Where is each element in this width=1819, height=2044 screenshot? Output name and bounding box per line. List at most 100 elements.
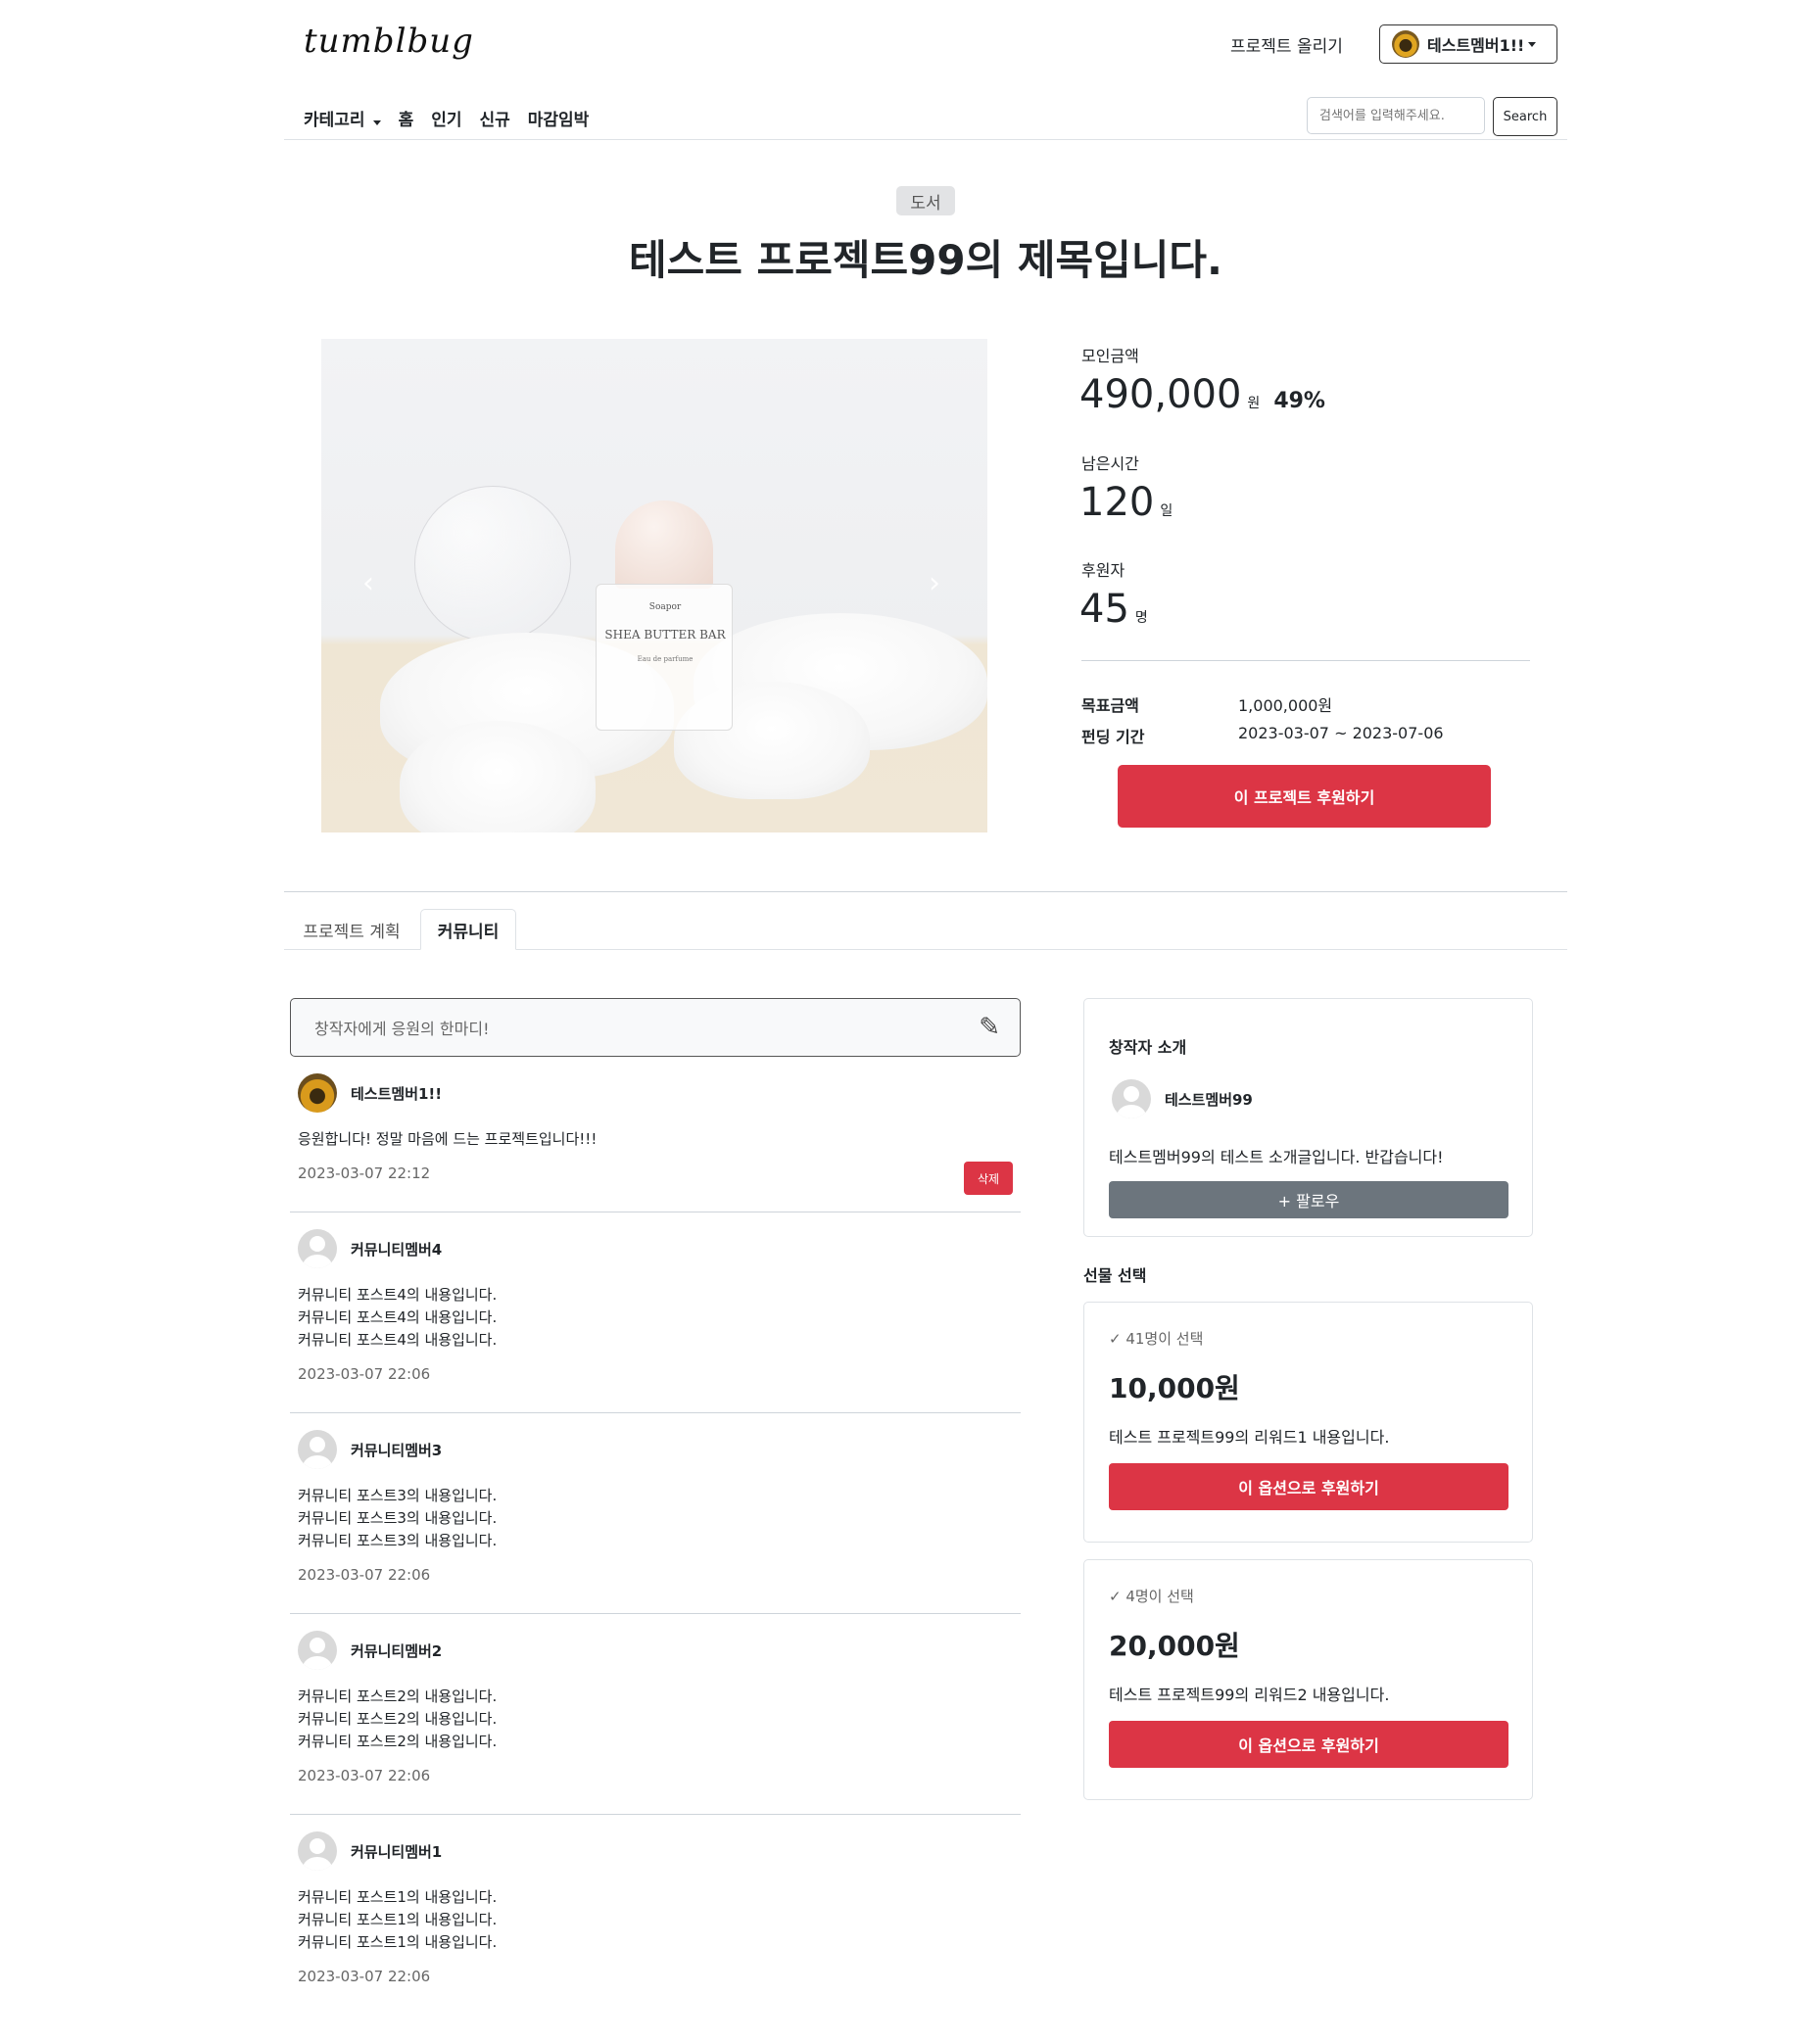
post-date: 2023-03-07 22:06 bbox=[298, 1365, 431, 1383]
post-body: 커뮤니티 포스트3의 내용입니다. 커뮤니티 포스트3의 내용입니다. 커뮤니티… bbox=[290, 1485, 1021, 1552]
search-input[interactable] bbox=[1307, 97, 1485, 134]
post-author: 커뮤니티멤버4 bbox=[351, 1240, 443, 1259]
remaining-value: 120 bbox=[1079, 480, 1155, 525]
post-divider bbox=[290, 1613, 1021, 1614]
remaining-unit: 일 bbox=[1160, 503, 1173, 519]
backers-value: 45 bbox=[1079, 587, 1129, 632]
list-item: 커뮤니티멤버2 커뮤니티 포스트2의 내용입니다. 커뮤니티 포스트2의 내용입… bbox=[290, 1631, 1021, 1807]
avatar bbox=[298, 1229, 337, 1268]
reward-card[interactable]: ✓ 41명이 선택 10,000원 테스트 프로젝트99의 리워드1 내용입니다… bbox=[1083, 1302, 1533, 1543]
comment-placeholder: 창작자에게 응원의 한마디! bbox=[314, 1020, 490, 1038]
backers-label: 후원자 bbox=[1081, 561, 1125, 580]
avatar bbox=[298, 1631, 337, 1670]
raised-percent: 49% bbox=[1273, 389, 1325, 413]
reward-back-button[interactable]: 이 옵션으로 후원하기 bbox=[1109, 1463, 1508, 1510]
post-body: 커뮤니티 포스트1의 내용입니다. 커뮤니티 포스트1의 내용입니다. 커뮤니티… bbox=[290, 1886, 1021, 1954]
post-line: 커뮤니티 포스트1의 내용입니다. bbox=[298, 1911, 498, 1928]
goal-label: 목표금액 bbox=[1081, 696, 1139, 715]
reward-count: ✓ 4명이 선택 bbox=[1109, 1588, 1194, 1605]
reward-desc: 테스트 프로젝트99의 리워드2 내용입니다. bbox=[1109, 1686, 1390, 1704]
post-line: 커뮤니티 포스트4의 내용입니다. bbox=[298, 1286, 498, 1304]
nav-popular[interactable]: 인기 bbox=[431, 106, 461, 130]
list-item: 커뮤니티멤버1 커뮤니티 포스트1의 내용입니다. 커뮤니티 포스트1의 내용입… bbox=[290, 1831, 1021, 2008]
post-divider bbox=[290, 1814, 1021, 1815]
reward-price: 20,000원 bbox=[1109, 1630, 1240, 1662]
post-line: 커뮤니티 포스트2의 내용입니다. bbox=[298, 1710, 498, 1728]
post-date: 2023-03-07 22:06 bbox=[298, 1968, 431, 1985]
post-date: 2023-03-07 22:12 bbox=[298, 1165, 431, 1182]
post-author: 커뮤니티멤버2 bbox=[351, 1641, 443, 1660]
raised-label: 모인금액 bbox=[1081, 347, 1139, 365]
nav-home[interactable]: 홈 bbox=[399, 106, 414, 130]
bottle-sub: Eau de parfume bbox=[637, 655, 694, 663]
nav-category-label: 카테고리 bbox=[304, 111, 365, 130]
reward-card[interactable]: ✓ 4명이 선택 20,000원 테스트 프로젝트99의 리워드2 내용입니다.… bbox=[1083, 1559, 1533, 1800]
post-line: 커뮤니티 포스트4의 내용입니다. bbox=[298, 1331, 498, 1349]
raised-unit: 원 bbox=[1247, 396, 1261, 411]
project-title: 테스트 프로젝트99의 제목입니다. bbox=[629, 236, 1222, 284]
logo[interactable]: tumblbug bbox=[304, 22, 474, 61]
post-header: 커뮤니티멤버1 bbox=[290, 1831, 1021, 1871]
user-menu-button[interactable]: 테스트멤버1!! bbox=[1379, 24, 1557, 64]
main-nav: 카테고리 홈 인기 신규 마감임박 bbox=[304, 106, 589, 130]
header-divider bbox=[284, 139, 1567, 140]
period-value: 2023-03-07 ~ 2023-07-06 bbox=[1238, 724, 1444, 742]
nav-closing-soon[interactable]: 마감임박 bbox=[528, 106, 590, 130]
creator-profile[interactable]: 테스트멤버99 bbox=[1112, 1079, 1253, 1118]
backers-count: 45 명 bbox=[1079, 587, 1148, 632]
tab-project-plan[interactable]: 프로젝트 계획 bbox=[284, 909, 419, 950]
stats-divider bbox=[1081, 660, 1530, 661]
search-button[interactable]: Search bbox=[1493, 97, 1557, 136]
reward-back-button[interactable]: 이 옵션으로 후원하기 bbox=[1109, 1721, 1508, 1768]
follow-button[interactable]: + 팔로우 bbox=[1109, 1181, 1508, 1218]
avatar bbox=[298, 1430, 337, 1469]
remaining-label: 남은시간 bbox=[1081, 454, 1139, 473]
chevron-down-icon bbox=[1528, 41, 1537, 47]
post-divider bbox=[290, 1412, 1021, 1413]
list-item: 커뮤니티멤버4 커뮤니티 포스트4의 내용입니다. 커뮤니티 포스트4의 내용입… bbox=[290, 1229, 1021, 1405]
nav-new[interactable]: 신규 bbox=[479, 106, 509, 130]
tab-community[interactable]: 커뮤니티 bbox=[420, 909, 516, 950]
chevron-left-icon[interactable]: ‹ bbox=[362, 566, 374, 600]
bottle-brand: Soapor bbox=[648, 602, 682, 612]
post-line: 커뮤니티 포스트4의 내용입니다. bbox=[298, 1308, 498, 1326]
post-header: 커뮤니티멤버2 bbox=[290, 1631, 1021, 1670]
goal-value: 1,000,000원 bbox=[1238, 696, 1333, 715]
remaining-time: 120 일 bbox=[1079, 480, 1173, 525]
raised-value: 490,000 bbox=[1079, 372, 1242, 417]
back-project-button[interactable]: 이 프로젝트 후원하기 bbox=[1118, 765, 1491, 828]
project-image-carousel[interactable]: Soapor SHEA BUTTER BAR Eau de parfume ‹ … bbox=[321, 339, 987, 832]
post-author: 커뮤니티멤버3 bbox=[351, 1441, 443, 1459]
post-line: 커뮤니티 포스트3의 내용입니다. bbox=[298, 1509, 498, 1527]
post-date: 2023-03-07 22:06 bbox=[298, 1566, 431, 1584]
post-line: 응원합니다! 정말 마음에 드는 프로젝트입니다!!! bbox=[298, 1130, 598, 1148]
creator-card: 창작자 소개 테스트멤버99 테스트멤버99의 테스트 소개글입니다. 반갑습니… bbox=[1083, 998, 1533, 1237]
comment-input[interactable]: 창작자에게 응원의 한마디! ✎ bbox=[290, 998, 1021, 1057]
post-line: 커뮤니티 포스트2의 내용입니다. bbox=[298, 1733, 498, 1750]
nav-category[interactable]: 카테고리 bbox=[304, 106, 381, 130]
user-name: 테스트멤버1!! bbox=[1427, 36, 1525, 55]
period-label: 펀딩 기간 bbox=[1081, 728, 1145, 746]
post-body: 응원합니다! 정말 마음에 드는 프로젝트입니다!!! bbox=[290, 1128, 1021, 1151]
upload-project-link[interactable]: 프로젝트 올리기 bbox=[1230, 32, 1343, 57]
list-item: 테스트멤버1!! 응원합니다! 정말 마음에 드는 프로젝트입니다!!! 202… bbox=[290, 1073, 1021, 1211]
post-line: 커뮤니티 포스트1의 내용입니다. bbox=[298, 1933, 498, 1951]
user-avatar bbox=[1392, 30, 1419, 58]
chevron-right-icon[interactable]: › bbox=[929, 566, 940, 600]
post-body: 커뮤니티 포스트2의 내용입니다. 커뮤니티 포스트2의 내용입니다. 커뮤니티… bbox=[290, 1686, 1021, 1753]
post-body: 커뮤니티 포스트4의 내용입니다. 커뮤니티 포스트4의 내용입니다. 커뮤니티… bbox=[290, 1284, 1021, 1352]
pencil-icon[interactable]: ✎ bbox=[979, 1013, 1000, 1042]
chevron-down-icon bbox=[372, 120, 381, 125]
post-header: 커뮤니티멤버4 bbox=[290, 1229, 1021, 1268]
post-line: 커뮤니티 포스트2의 내용입니다. bbox=[298, 1687, 498, 1705]
post-author: 커뮤니티멤버1 bbox=[351, 1842, 443, 1861]
avatar bbox=[298, 1073, 337, 1113]
post-line: 커뮤니티 포스트3의 내용입니다. bbox=[298, 1487, 498, 1504]
post-header: 테스트멤버1!! bbox=[290, 1073, 1021, 1113]
delete-button[interactable]: 삭제 bbox=[964, 1162, 1013, 1195]
post-line: 커뮤니티 포스트1의 내용입니다. bbox=[298, 1888, 498, 1906]
bottle-cap bbox=[615, 500, 713, 589]
category-badge: 도서 bbox=[896, 186, 955, 215]
avatar bbox=[298, 1831, 337, 1871]
creator-name: 테스트멤버99 bbox=[1165, 1090, 1253, 1109]
